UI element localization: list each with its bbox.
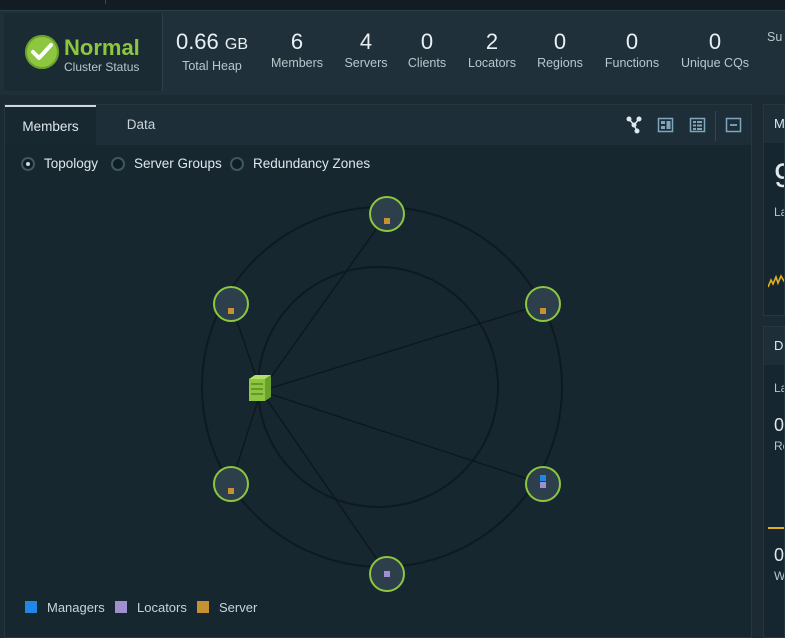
cluster-hub-icon[interactable] bbox=[249, 375, 271, 401]
metric-label: Functions bbox=[604, 56, 660, 70]
inner-ring bbox=[257, 266, 499, 508]
metric-clients: 0 Clients bbox=[404, 29, 450, 70]
metric-servers: 4 Servers bbox=[340, 29, 392, 70]
metric-total-heap: 0.66 GB Total Heap bbox=[174, 29, 250, 73]
cluster-status-value: Normal bbox=[64, 35, 140, 60]
toolbar-divider bbox=[715, 111, 716, 141]
legend-swatch-managers bbox=[25, 601, 37, 613]
radio-redundancy-zones-label[interactable]: Redundancy Zones bbox=[253, 156, 370, 171]
right-panel-top: M 9 La bbox=[763, 104, 785, 316]
member-node-server[interactable] bbox=[525, 286, 561, 322]
legend-swatch-server bbox=[197, 601, 209, 613]
grid-view-icon[interactable] bbox=[656, 115, 676, 135]
cluster-status-bar: Normal Cluster Status 0.66 GB Total Heap… bbox=[0, 10, 785, 95]
metric-value: 2 bbox=[485, 29, 499, 54]
metric-locators: 2 Locators bbox=[464, 29, 520, 70]
metric-value: 0 bbox=[420, 29, 434, 54]
window-top-strip bbox=[0, 0, 785, 10]
member-node-locator[interactable] bbox=[369, 556, 405, 592]
right-panel-bottom-sub: Re bbox=[774, 439, 784, 453]
member-node-server[interactable] bbox=[369, 196, 405, 232]
legend-swatch-locators bbox=[115, 601, 127, 613]
member-node-server[interactable] bbox=[213, 286, 249, 322]
radio-redundancy-zones[interactable] bbox=[230, 157, 244, 171]
right-panel-bottom-sub: W bbox=[774, 569, 785, 583]
tab-members[interactable]: Members bbox=[5, 105, 96, 145]
metric-label: Locators bbox=[468, 56, 516, 70]
metric-truncated: Su bbox=[767, 29, 785, 44]
metric-label: Servers bbox=[344, 56, 388, 70]
list-view-icon[interactable] bbox=[688, 115, 708, 135]
metric-regions: 0 Regions bbox=[534, 29, 586, 70]
tab-bar: Members Data bbox=[5, 105, 751, 145]
right-panel-top-header: M bbox=[764, 105, 784, 143]
tab-data[interactable]: Data bbox=[105, 105, 177, 145]
member-node-manager-locator[interactable] bbox=[525, 466, 561, 502]
metric-unit: GB bbox=[224, 36, 249, 53]
cluster-status-label: Cluster Status bbox=[64, 60, 140, 74]
right-panel-bottom-label: La bbox=[774, 381, 784, 395]
radio-server-groups-label[interactable]: Server Groups bbox=[134, 156, 222, 171]
metric-functions: 0 Functions bbox=[602, 29, 662, 70]
right-panel-bottom-value: 0 bbox=[774, 545, 785, 565]
right-panel-top-label: La bbox=[774, 205, 784, 219]
legend-label-managers: Managers bbox=[47, 600, 105, 615]
legend-label-server: Server bbox=[219, 600, 258, 615]
metric-label: Clients bbox=[407, 56, 447, 70]
metric-label: Su bbox=[767, 30, 783, 44]
divider bbox=[105, 0, 106, 4]
topology-graph bbox=[201, 196, 563, 592]
member-node-server[interactable] bbox=[213, 466, 249, 502]
metric-value: 0 bbox=[708, 29, 722, 54]
legend-label-locators: Locators bbox=[137, 600, 187, 615]
topology-view-icon[interactable] bbox=[624, 115, 644, 135]
metric-value: 0.66 bbox=[175, 29, 219, 54]
right-panel-bottom-value: 0 bbox=[774, 415, 785, 435]
metric-value: 4 bbox=[359, 29, 373, 54]
sparkline bbox=[768, 274, 784, 288]
radio-topology-label[interactable]: Topology bbox=[44, 156, 98, 171]
cluster-status-card: Normal Cluster Status bbox=[4, 13, 163, 91]
metric-value: 6 bbox=[290, 29, 304, 54]
metric-label: Regions bbox=[537, 56, 583, 70]
check-icon bbox=[25, 35, 59, 69]
metric-unique-cqs: 0 Unique CQs bbox=[678, 29, 752, 70]
right-panel-bottom-header: D bbox=[764, 327, 784, 365]
metric-members: 6 Members bbox=[266, 29, 328, 70]
metric-label: Total Heap bbox=[182, 59, 242, 73]
metric-value: 0 bbox=[625, 29, 639, 54]
radio-topology[interactable] bbox=[21, 157, 35, 171]
collapse-icon[interactable] bbox=[724, 115, 744, 135]
right-column: M 9 La D La 0 Re 0 W bbox=[763, 104, 785, 638]
chart-line bbox=[768, 527, 784, 529]
metric-label: Unique CQs bbox=[680, 56, 750, 70]
members-panel: Members Data Topology Server Groups Redu… bbox=[4, 104, 752, 638]
right-panel-bottom: D La 0 Re 0 W bbox=[763, 326, 785, 638]
right-panel-top-value: 9 bbox=[774, 157, 784, 196]
metric-label: Members bbox=[270, 56, 324, 70]
metric-value: 0 bbox=[553, 29, 567, 54]
radio-server-groups[interactable] bbox=[111, 157, 125, 171]
